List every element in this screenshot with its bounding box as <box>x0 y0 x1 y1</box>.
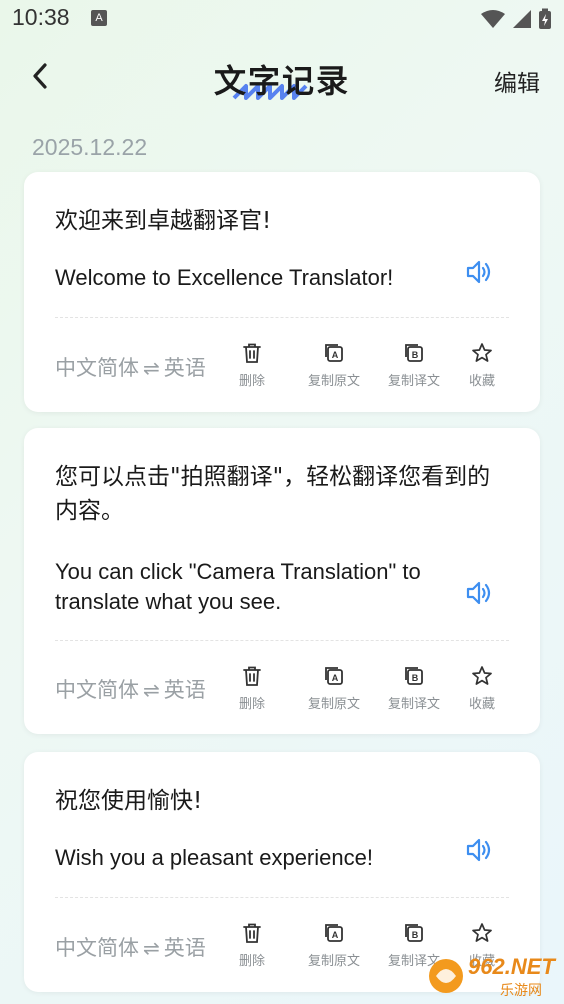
copy-translation-icon: B <box>405 344 423 362</box>
language-pair[interactable]: 中文简体 ⇌ 英语 <box>55 352 206 382</box>
lang-to: 英语 <box>163 356 206 380</box>
svg-text:A: A <box>332 673 339 683</box>
status-icons <box>480 8 552 30</box>
star-icon <box>472 923 492 942</box>
translated-text: You can click "Camera Translation" to tr… <box>55 559 421 614</box>
favorite-button[interactable]: 收藏 <box>442 665 522 712</box>
lang-from: 中文简体 <box>55 678 139 702</box>
watermark-brand: 962.NET <box>468 954 555 979</box>
lang-to: 英语 <box>163 936 206 960</box>
speaker-icon[interactable] <box>464 579 492 607</box>
copy-source-button[interactable]: A 复制原文 <box>294 922 374 969</box>
swap-arrows-icon: ⇌ <box>143 678 160 702</box>
date-label: 2025.12.22 <box>32 134 148 160</box>
svg-text:A: A <box>332 930 339 940</box>
copy-source-icon: A <box>325 344 343 362</box>
delete-button[interactable]: 删除 <box>212 665 292 712</box>
copy-source-icon: A <box>325 924 343 942</box>
status-bar: 10:38 A <box>0 0 564 38</box>
swap-arrows-icon: ⇌ <box>143 936 160 960</box>
trash-icon <box>243 666 261 686</box>
speaker-icon[interactable] <box>464 258 492 286</box>
trash-icon <box>243 923 261 943</box>
divider <box>55 317 509 318</box>
page-title: 文字记录 <box>213 62 350 100</box>
language-pair[interactable]: 中文简体 ⇌ 英语 <box>55 674 206 704</box>
status-time: 10:38 <box>12 4 70 30</box>
copy-source-button[interactable]: A 复制原文 <box>294 342 374 389</box>
edit-button[interactable]: 编辑 <box>494 64 540 98</box>
svg-text:B: B <box>412 930 419 940</box>
signal-icon <box>513 10 531 28</box>
battery-icon <box>539 8 551 29</box>
top-bar: 文字记录 编辑 <box>0 44 564 110</box>
lang-from: 中文简体 <box>55 356 139 380</box>
copy-translation-icon: B <box>405 667 423 685</box>
svg-text:B: B <box>412 350 419 360</box>
star-icon <box>472 666 492 685</box>
svg-text:B: B <box>412 673 419 683</box>
language-pair[interactable]: 中文简体 ⇌ 英语 <box>55 932 206 962</box>
copy-source-button[interactable]: A 复制原文 <box>294 665 374 712</box>
notification-icon: A <box>91 10 107 26</box>
delete-button[interactable]: 删除 <box>212 342 292 389</box>
record-card: 欢迎来到卓越翻译官! Welcome to Excellence Transla… <box>24 172 540 412</box>
translated-text: Welcome to Excellence Translator! <box>55 265 394 290</box>
watermark-sub: 乐游网 <box>500 983 542 999</box>
delete-button[interactable]: 删除 <box>212 922 292 969</box>
swap-arrows-icon: ⇌ <box>143 356 160 380</box>
copy-source-icon: A <box>325 667 343 685</box>
divider <box>55 897 509 898</box>
svg-text:A: A <box>332 350 339 360</box>
source-text: 您可以点击"拍照翻译"，轻松翻译您看到的内容。 <box>55 464 491 524</box>
favorite-button[interactable]: 收藏 <box>442 342 522 389</box>
wifi-icon <box>481 10 505 28</box>
star-icon <box>472 343 492 362</box>
lang-to: 英语 <box>163 678 206 702</box>
translated-text: Wish you a pleasant experience! <box>55 845 373 870</box>
speaker-icon[interactable] <box>464 836 492 864</box>
lang-from: 中文简体 <box>55 936 139 960</box>
watermark-logo: 962.NET 乐游网 <box>426 952 560 1000</box>
copy-translation-icon: B <box>405 924 423 942</box>
divider <box>55 640 509 641</box>
trash-icon <box>243 343 261 363</box>
source-text: 欢迎来到卓越翻译官! <box>55 208 272 234</box>
source-text: 祝您使用愉快! <box>55 788 203 814</box>
record-card: 您可以点击"拍照翻译"，轻松翻译您看到的内容。 You can click "C… <box>24 428 540 734</box>
